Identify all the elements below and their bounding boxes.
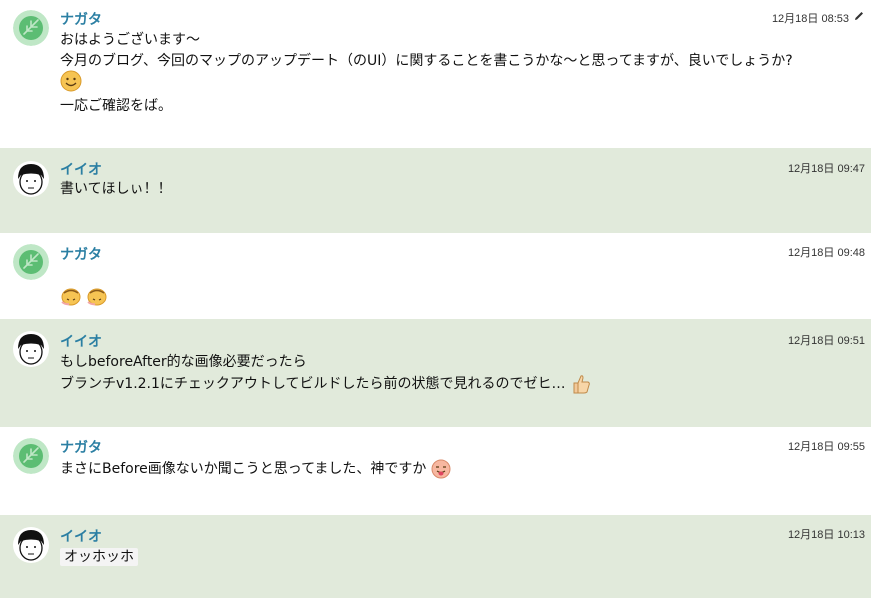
thumbs-up-emoji (573, 375, 590, 394)
timestamp[interactable]: 12月18日 08:53 (772, 10, 849, 26)
author-name[interactable]: イイオ (60, 159, 102, 179)
author-name[interactable]: ナガタ (60, 244, 102, 264)
author-name[interactable]: ナガタ (60, 9, 102, 29)
author-name[interactable]: ナガタ (60, 437, 102, 457)
message-text-span: まさにBefore画像ないか聞こうと思ってました、神ですか (60, 461, 427, 477)
timestamp[interactable]: 12月18日 10:13 (788, 526, 865, 542)
message-text-span: ブランチv1.2.1にチェックアウトしてビルドしたら前の状態で見れるのでゼヒ… (60, 376, 566, 392)
leaf-avatar[interactable] (13, 244, 49, 280)
bow-emoji (60, 285, 108, 307)
timestamp[interactable]: 12月18日 09:47 (788, 160, 865, 176)
leaf-avatar[interactable] (13, 438, 49, 474)
message: ナガタ 12月18日 09:48 (0, 233, 871, 319)
message-text: もしbeforeAfter的な画像必要だったら (60, 354, 307, 370)
author-name[interactable]: イイオ (60, 526, 102, 546)
message-text: 書いてほしぃ！！ (60, 181, 172, 197)
message-text-span: オッホッホ (60, 548, 138, 566)
timestamp[interactable]: 12月18日 09:48 (788, 244, 865, 260)
message-text: おはようございます〜 (60, 32, 200, 48)
tongue-emoji (431, 459, 451, 479)
message-text: オッホッホ (60, 546, 138, 568)
message: イイオ 12月18日 10:13 オッホッホ (0, 515, 871, 598)
pencil-icon (855, 12, 863, 20)
author-name[interactable]: イイオ (60, 331, 102, 351)
message: ナガタ 12月18日 08:53 おはようございます〜 今月のブログ、今回のマッ… (0, 0, 871, 148)
leaf-avatar[interactable] (13, 10, 49, 46)
message-text: ブランチv1.2.1にチェックアウトしてビルドしたら前の状態で見れるのでゼヒ… (60, 373, 592, 395)
timestamp[interactable]: 12月18日 09:51 (788, 332, 865, 348)
smile-emoji (60, 70, 82, 92)
message-text: 一応ご確認をば。 (60, 98, 172, 114)
chat-log: ナガタ 12月18日 08:53 おはようございます〜 今月のブログ、今回のマッ… (0, 0, 871, 598)
message-text: 今月のブログ、今回のマップのアップデート（のUI）に関することを書こうかな〜と思… (60, 53, 793, 69)
face-avatar[interactable] (13, 527, 49, 563)
face-avatar[interactable] (13, 161, 49, 197)
message: イイオ 12月18日 09:51 もしbeforeAfter的な画像必要だったら… (0, 319, 871, 427)
timestamp[interactable]: 12月18日 09:55 (788, 438, 865, 454)
message-text: まさにBefore画像ないか聞こうと思ってました、神ですか (60, 458, 451, 480)
message: ナガタ 12月18日 09:55 まさにBefore画像ないか聞こうと思ってまし… (0, 427, 871, 515)
face-avatar[interactable] (13, 331, 49, 367)
message: イイオ 12月18日 09:47 書いてほしぃ！！ (0, 148, 871, 233)
